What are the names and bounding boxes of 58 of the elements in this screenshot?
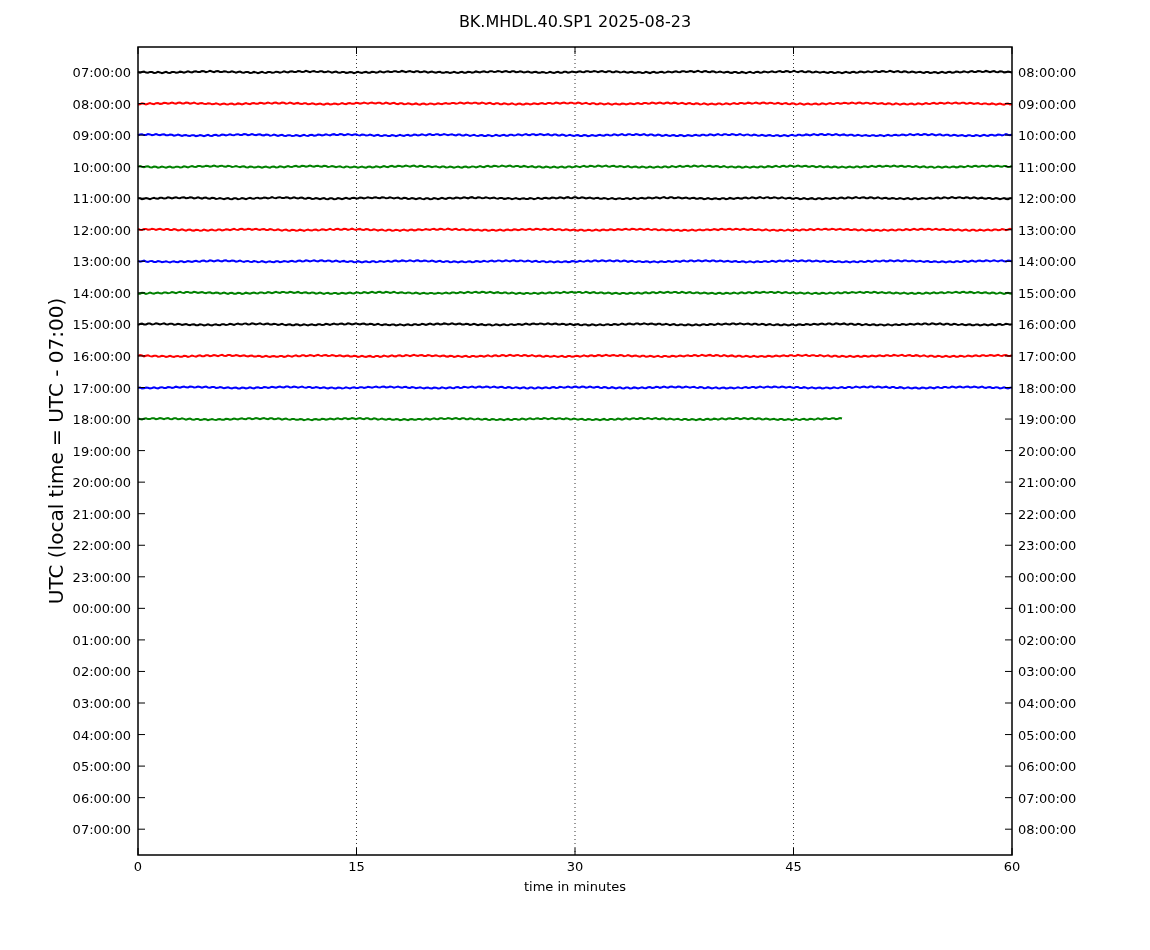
tick-label: 10:00:00 bbox=[1018, 128, 1077, 144]
tick-label: 18:00:00 bbox=[72, 412, 131, 428]
tick-label: 11:00:00 bbox=[1018, 159, 1077, 175]
tick-label: 06:00:00 bbox=[72, 790, 131, 806]
tick-label: 06:00:00 bbox=[1018, 759, 1077, 775]
tick-label: 15 bbox=[348, 859, 365, 874]
chart-title: BK.MHDL.40.SP1 2025-08-23 bbox=[458, 12, 692, 31]
tick-label: 11:00:00 bbox=[72, 191, 131, 207]
tick-label: 15:00:00 bbox=[1018, 285, 1077, 301]
tick-label: 17:00:00 bbox=[1018, 348, 1077, 364]
tick-label: 0 bbox=[133, 859, 143, 874]
tick-label: 21:00:00 bbox=[72, 506, 131, 522]
tick-label: 19:00:00 bbox=[1018, 412, 1077, 428]
tick-label: 00:00:00 bbox=[72, 601, 131, 617]
tick-label: 07:00:00 bbox=[1018, 790, 1077, 806]
tick-label: 18:00:00 bbox=[1018, 380, 1077, 396]
tick-label: 12:00:00 bbox=[1018, 191, 1077, 207]
tick-label: 03:00:00 bbox=[72, 696, 131, 711]
tick-label: 07:00:00 bbox=[72, 65, 131, 80]
tick-label: 19:00:00 bbox=[72, 443, 131, 459]
tick-label: 08:00:00 bbox=[72, 96, 131, 112]
y-axis-label: UTC (local time = UTC - 07:00) bbox=[44, 297, 68, 605]
tick-label: 12:00:00 bbox=[72, 222, 131, 238]
tick-label: 13:00:00 bbox=[1018, 222, 1077, 238]
tick-label: 05:00:00 bbox=[1018, 727, 1077, 743]
tick-label: 01:00:00 bbox=[1018, 601, 1077, 617]
tick-label: 08:00:00 bbox=[1018, 65, 1077, 80]
tick-label: 14:00:00 bbox=[1018, 254, 1077, 270]
tick-label: 05:00:00 bbox=[72, 759, 131, 775]
tick-label: 10:00:00 bbox=[72, 159, 131, 175]
tick-label: 07:00:00 bbox=[72, 822, 131, 838]
tick-label: 20:00:00 bbox=[1018, 443, 1077, 459]
tick-label: 16:00:00 bbox=[1018, 317, 1077, 333]
tick-label: 14:00:00 bbox=[72, 285, 131, 301]
tick-label: 00:00:00 bbox=[1018, 569, 1077, 585]
tick-label: 30 bbox=[566, 859, 584, 874]
tick-label: 23:00:00 bbox=[72, 569, 131, 585]
tick-label: 22:00:00 bbox=[1018, 506, 1077, 522]
tick-label: 04:00:00 bbox=[72, 727, 131, 743]
tick-label: 22:00:00 bbox=[72, 538, 131, 554]
tick-label: 15:00:00 bbox=[72, 317, 131, 333]
tick-label: 02:00:00 bbox=[1018, 632, 1077, 648]
tick-label: 16:00:00 bbox=[72, 348, 131, 364]
tick-label: 20:00:00 bbox=[72, 475, 131, 491]
x-axis-label: time in minutes bbox=[523, 879, 627, 894]
tick-label: 21:00:00 bbox=[1018, 475, 1077, 491]
tick-label: 17:00:00 bbox=[72, 380, 131, 396]
tick-label: 13:00:00 bbox=[72, 254, 131, 270]
tick-label: 03:00:00 bbox=[1018, 664, 1077, 680]
tick-label: 02:00:00 bbox=[72, 664, 131, 680]
tick-label: 45 bbox=[785, 859, 802, 874]
tick-label: 09:00:00 bbox=[1018, 96, 1077, 112]
tick-label: 09:00:00 bbox=[72, 128, 131, 144]
tick-label: 23:00:00 bbox=[1018, 538, 1077, 554]
tick-label: 08:00:00 bbox=[1018, 822, 1077, 838]
tick-label: 04:00:00 bbox=[1018, 696, 1077, 711]
tick-label: 01:00:00 bbox=[72, 632, 131, 648]
tick-label: 60 bbox=[1003, 859, 1021, 874]
